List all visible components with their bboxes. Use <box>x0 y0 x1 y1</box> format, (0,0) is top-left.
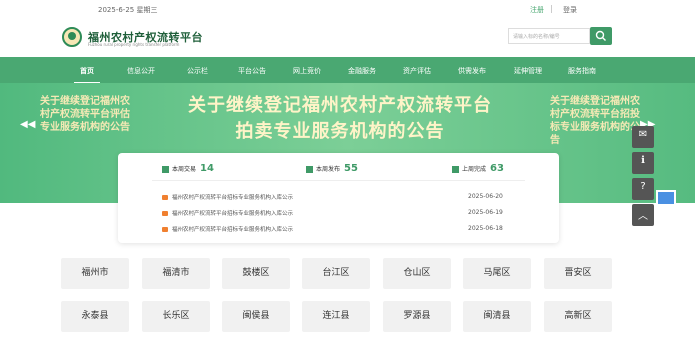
trade-icon <box>162 166 169 173</box>
nav-appraisal[interactable]: 资产评估 <box>403 66 431 76</box>
nav-supply[interactable]: 供需发布 <box>458 66 486 76</box>
register-link[interactable]: 登录 <box>563 5 577 15</box>
nav-bidding[interactable]: 网上竞价 <box>293 66 321 76</box>
district-item[interactable]: 台江区 <box>302 258 370 289</box>
notice-item[interactable]: 福州农村产权流转平台招标专业服务机构入库公示 <box>162 225 293 233</box>
notice-date: 2025-06-18 <box>468 225 503 232</box>
current-date: 2025-6-25 星期三 <box>98 6 158 14</box>
nav-management[interactable]: 延伸管理 <box>514 66 542 76</box>
divider <box>152 180 525 181</box>
stat-week-trade[interactable]: 本周交易 14 <box>162 163 214 174</box>
district-item[interactable]: 福清市 <box>142 258 210 289</box>
help-icon[interactable]: ? <box>632 178 654 200</box>
district-item[interactable]: 晋安区 <box>544 258 612 289</box>
main-nav: 首页 信息公开 公示栏 平台公告 网上竞价 金融服务 资产评估 供需发布 延伸管… <box>0 57 695 84</box>
stats-card: 本周交易 14 本周发布 55 上周完成 63 福州农村产权流转平台招标专业服务机构入… <box>118 153 559 243</box>
banner-slide-left[interactable]: 关于继续登记福州农村产权流转平台评估专业服务机构的公告 <box>40 95 130 134</box>
prev-arrow-icon[interactable]: ◀◀ <box>20 119 35 130</box>
district-item[interactable]: 罗源县 <box>383 301 451 332</box>
district-item[interactable]: 福州市 <box>61 258 129 289</box>
login-link[interactable]: 注册 <box>530 5 544 15</box>
search-button[interactable] <box>590 27 612 45</box>
nav-home[interactable]: 首页 <box>74 66 100 84</box>
district-item[interactable]: 永泰县 <box>61 301 129 332</box>
notice-date: 2025-06-20 <box>468 193 503 200</box>
stat-last-week-done[interactable]: 上周完成 63 <box>452 163 504 174</box>
district-item[interactable]: 闽侯县 <box>222 301 290 332</box>
top-bar: 2025-6-25 星期三 注册 登录 <box>0 0 695 18</box>
nav-finance[interactable]: 金融服务 <box>348 66 376 76</box>
speaker-icon <box>162 227 168 232</box>
banner-slide-right[interactable]: 关于继续登记福州农村产权流转平台招投标专业服务机构的公告 <box>550 95 640 147</box>
nav-announcement[interactable]: 平台公告 <box>238 66 266 76</box>
floating-widget-icon[interactable] <box>656 190 676 206</box>
banner-title-line2: 拍卖专业服务机构的公告 <box>235 121 445 142</box>
message-icon[interactable]: ✉ <box>632 126 654 148</box>
divider <box>551 5 552 13</box>
info-icon[interactable]: ℹ <box>632 152 654 174</box>
notice-item[interactable]: 福州农村产权流转平台招标专业服务机构入库公示 <box>162 209 293 217</box>
district-item[interactable]: 马尾区 <box>463 258 531 289</box>
banner-slide-main[interactable]: 关于继续登记福州农村产权流转平台 拍卖专业服务机构的公告 <box>150 93 530 145</box>
district-item[interactable]: 长乐区 <box>142 301 210 332</box>
search-icon <box>595 30 606 41</box>
district-item[interactable]: 连江县 <box>302 301 370 332</box>
nav-guide[interactable]: 服务指南 <box>568 66 596 76</box>
notice-item[interactable]: 福州农村产权流转平台招标专业服务机构入库公示 <box>162 193 293 201</box>
site-subtitle: Fuzhou rural property rights transfer pl… <box>88 42 180 47</box>
nav-bulletin[interactable]: 公示栏 <box>187 66 208 76</box>
notice-date: 2025-06-19 <box>468 209 503 216</box>
stat-week-publish[interactable]: 本周发布 55 <box>306 163 358 174</box>
speaker-icon <box>162 211 168 216</box>
banner-title-line1: 关于继续登记福州农村产权流转平台 <box>188 95 492 116</box>
district-item[interactable]: 鼓楼区 <box>222 258 290 289</box>
nav-info[interactable]: 信息公开 <box>127 66 155 76</box>
site-logo[interactable] <box>62 27 82 47</box>
search-input[interactable]: 请输入标的名称/编号 <box>508 28 590 44</box>
back-to-top-icon[interactable]: ︿ <box>632 204 654 226</box>
speaker-icon <box>162 195 168 200</box>
district-item[interactable]: 闽清县 <box>463 301 531 332</box>
district-item[interactable]: 仓山区 <box>383 258 451 289</box>
district-item[interactable]: 高新区 <box>544 301 612 332</box>
done-icon <box>452 166 459 173</box>
publish-icon <box>306 166 313 173</box>
